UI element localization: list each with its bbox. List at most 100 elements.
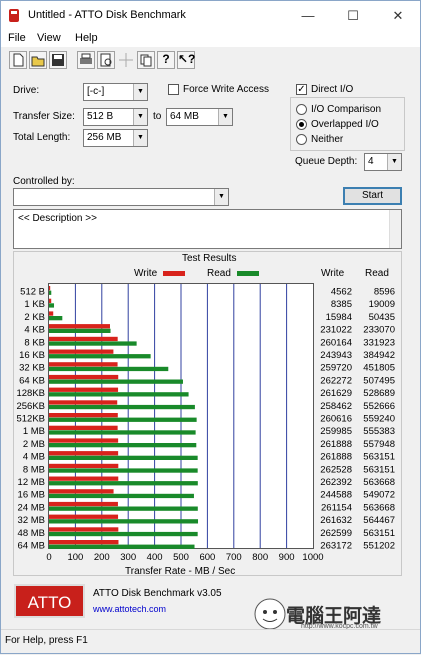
write-bar — [49, 286, 51, 291]
read-value: 552666 — [363, 401, 395, 412]
y-category-label: 12 MB — [18, 477, 45, 488]
x-tick-label: 200 — [94, 552, 110, 563]
read-value: 528689 — [363, 388, 395, 399]
read-value: 331923 — [363, 337, 395, 348]
read-bar — [49, 328, 111, 333]
read-value: 563151 — [363, 464, 395, 475]
read-value: 563151 — [363, 528, 395, 539]
read-bar — [49, 506, 198, 511]
write-value: 259720 — [320, 363, 352, 374]
y-category-label: 64 KB — [19, 375, 45, 386]
version-text: ATTO Disk Benchmark v3.05 — [93, 588, 222, 599]
read-bar — [49, 455, 198, 460]
write-bar — [49, 413, 118, 418]
read-bar — [49, 430, 196, 435]
status-text: For Help, press F1 — [5, 635, 88, 646]
read-bar — [49, 379, 183, 384]
write-bar — [49, 501, 118, 507]
atto-website-link[interactable]: www.attotech.com — [93, 604, 166, 614]
write-bar — [49, 527, 119, 532]
write-value: 260164 — [320, 337, 352, 348]
read-value: 384942 — [363, 350, 395, 361]
read-bar — [49, 303, 55, 308]
read-value: 8596 — [374, 287, 395, 298]
x-tick-label: 500 — [173, 552, 189, 563]
y-category-label: 48 MB — [18, 528, 45, 539]
x-tick-label: 600 — [199, 552, 215, 563]
write-value: 259985 — [320, 426, 352, 437]
write-value: 261629 — [320, 388, 352, 399]
write-value: 262528 — [320, 464, 352, 475]
read-value: 507495 — [363, 375, 395, 386]
read-value: 19009 — [369, 299, 395, 310]
write-value: 261888 — [320, 439, 352, 450]
read-value: 451805 — [363, 363, 395, 374]
write-bar — [49, 476, 119, 481]
write-value: 262392 — [320, 477, 352, 488]
read-bar — [49, 468, 198, 473]
read-bar — [49, 366, 169, 372]
y-category-label: 8 MB — [23, 464, 45, 475]
write-bar — [49, 540, 119, 545]
y-category-label: 4 KB — [24, 325, 45, 336]
write-value: 261632 — [320, 515, 352, 526]
read-value: 50435 — [369, 312, 395, 323]
mascot-icon — [254, 598, 286, 630]
read-value: 564467 — [363, 515, 395, 526]
x-tick-label: 700 — [226, 552, 242, 563]
y-category-label: 8 KB — [24, 337, 45, 348]
y-category-label: 16 MB — [18, 490, 45, 501]
write-value: 261154 — [321, 502, 352, 513]
read-value: 233070 — [363, 325, 395, 336]
write-value: 244588 — [320, 490, 352, 501]
app-window: Untitled - ATTO Disk Benchmark — ☐ ✕ Fil… — [0, 0, 421, 654]
y-category-label: 2 KB — [24, 312, 45, 323]
write-value: 261888 — [320, 452, 352, 463]
read-value: 563668 — [363, 502, 395, 513]
atto-logo: ATTO — [14, 584, 85, 618]
write-value: 15984 — [326, 312, 352, 323]
x-tick-label: 1000 — [302, 552, 323, 563]
write-bar — [49, 336, 118, 342]
x-tick-label: 0 — [46, 552, 51, 563]
write-bar — [49, 463, 119, 469]
read-value: 559240 — [363, 414, 395, 425]
write-bar — [49, 374, 119, 380]
y-category-label: 512KB — [16, 414, 45, 425]
x-axis-label: Transfer Rate - MB / Sec — [125, 566, 236, 577]
write-value: 231022 — [320, 325, 352, 336]
y-category-label: 64 MB — [18, 541, 45, 552]
write-value: 4562 — [331, 287, 352, 298]
x-tick-label: 400 — [147, 552, 163, 563]
read-bar — [49, 392, 189, 397]
y-category-label: 256KB — [16, 401, 45, 412]
write-value: 263172 — [320, 541, 352, 552]
write-bar — [49, 425, 118, 430]
write-bar — [49, 362, 118, 367]
y-category-label: 32 KB — [19, 363, 45, 374]
read-bar — [49, 404, 195, 410]
read-bar — [49, 341, 137, 346]
y-category-label: 32 MB — [18, 515, 45, 526]
read-bar — [49, 316, 63, 321]
x-tick-label: 900 — [279, 552, 295, 563]
x-tick-label: 300 — [120, 552, 136, 563]
y-category-label: 1 KB — [24, 299, 45, 310]
write-bar — [49, 451, 119, 456]
read-value: 557948 — [363, 439, 395, 450]
read-value: 563668 — [363, 477, 395, 488]
write-value: 262599 — [320, 528, 352, 539]
chart-svg: 0 100 200 300 400 500 600 700 800 900 1000 512 B 456… — [16, 284, 395, 563]
write-bar — [49, 349, 114, 354]
read-value: 551202 — [363, 541, 395, 552]
x-tick-label: 800 — [252, 552, 268, 563]
write-value: 8385 — [331, 299, 352, 310]
read-bar — [49, 443, 197, 448]
read-bar — [49, 290, 52, 295]
y-category-label: 16 KB — [19, 350, 45, 361]
write-bar — [49, 514, 119, 519]
y-category-label: 2 MB — [23, 439, 45, 450]
write-bar — [49, 489, 114, 494]
x-tick-label: 100 — [67, 552, 83, 563]
y-category-label: 1 MB — [23, 426, 45, 437]
